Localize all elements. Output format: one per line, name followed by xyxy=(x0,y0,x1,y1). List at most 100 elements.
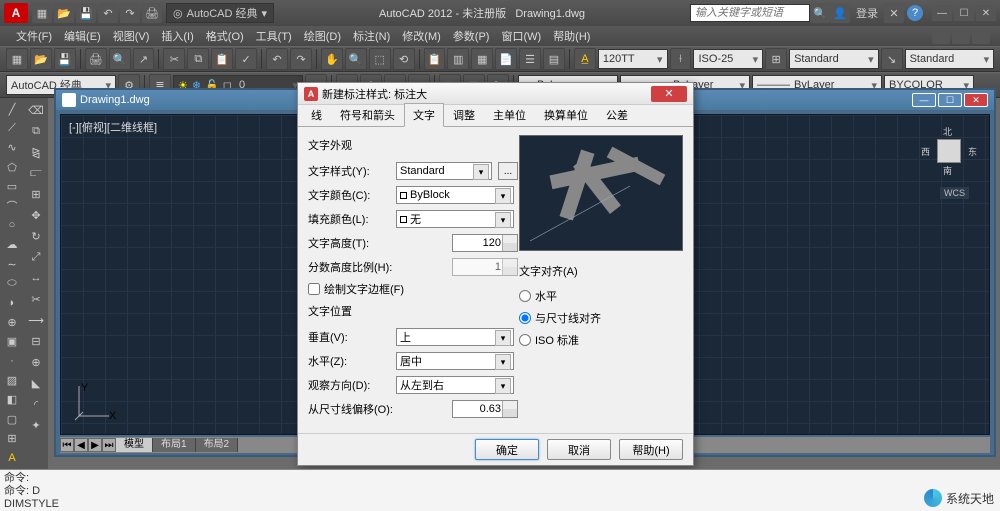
scale-icon[interactable]: ⤢ xyxy=(26,247,46,267)
dialog-close-button[interactable]: ✕ xyxy=(651,86,687,102)
table-btn[interactable]: ⊞ xyxy=(765,48,787,70)
radio-iso[interactable] xyxy=(519,334,531,346)
stretch-icon[interactable]: ↔ xyxy=(26,268,46,288)
dim-btn[interactable]: ⟊ xyxy=(670,48,692,70)
spline-icon[interactable]: ∼ xyxy=(2,255,22,273)
tab-layout2[interactable]: 布局2 xyxy=(196,438,239,452)
save-btn[interactable]: 💾 xyxy=(54,48,76,70)
fill-color-combo[interactable]: 无 xyxy=(396,210,514,228)
copy2-icon[interactable]: ⧉ xyxy=(26,121,46,141)
tab-last-icon[interactable]: ⏭ xyxy=(102,438,116,452)
offset-spinner[interactable]: 0.63 xyxy=(452,400,518,418)
save-icon[interactable]: 💾 xyxy=(76,3,96,23)
menu-window[interactable]: 窗口(W) xyxy=(495,28,547,44)
polygon-icon[interactable]: ⬠ xyxy=(2,158,22,176)
draw-max-button[interactable]: ☐ xyxy=(938,93,962,107)
pan-btn[interactable]: ✋ xyxy=(321,48,343,70)
draw-close-button[interactable]: ✕ xyxy=(964,93,988,107)
redo-btn[interactable]: ↷ xyxy=(290,48,312,70)
paste-btn[interactable]: 📋 xyxy=(211,48,233,70)
qcalc-btn[interactable]: ▤ xyxy=(543,48,565,70)
new-icon[interactable]: ▦ xyxy=(32,3,52,23)
close-button[interactable]: ✕ xyxy=(976,5,996,21)
props-btn[interactable]: 📋 xyxy=(424,48,446,70)
app-logo[interactable]: A xyxy=(4,3,28,23)
tab-prev-icon[interactable]: ◀ xyxy=(74,438,88,452)
cancel-button[interactable]: 取消 xyxy=(547,439,611,460)
help-button[interactable]: 帮助(H) xyxy=(619,439,683,460)
menu-format[interactable]: 格式(O) xyxy=(200,28,250,44)
dimstyle-combo[interactable]: ISO-25 xyxy=(693,49,763,69)
point-icon[interactable]: · xyxy=(2,352,22,370)
chamfer-icon[interactable]: ◣ xyxy=(26,373,46,393)
ellipse-icon[interactable]: ⬭ xyxy=(2,274,22,292)
tab-symbols[interactable]: 符号和箭头 xyxy=(331,103,404,126)
block-icon[interactable]: ▣ xyxy=(2,333,22,351)
tab-next-icon[interactable]: ▶ xyxy=(88,438,102,452)
extend-icon[interactable]: ⟶ xyxy=(26,310,46,330)
exchange-icon[interactable]: ✕ xyxy=(884,3,904,23)
tablestyle-combo[interactable]: Standard xyxy=(789,49,879,69)
tp-btn[interactable]: ▦ xyxy=(471,48,493,70)
maximize-button[interactable]: ☐ xyxy=(954,5,974,21)
undo-btn[interactable]: ↶ xyxy=(266,48,288,70)
draw-min-button[interactable]: — xyxy=(912,93,936,107)
mleader-btn[interactable]: ↘ xyxy=(881,48,903,70)
radio-aligned[interactable] xyxy=(519,312,531,324)
cut-btn[interactable]: ✂ xyxy=(163,48,185,70)
move-icon[interactable]: ✥ xyxy=(26,205,46,225)
user-icon[interactable]: 👤 xyxy=(830,3,850,23)
gradient-icon[interactable]: ◧ xyxy=(2,391,22,409)
menu-modify[interactable]: 修改(M) xyxy=(396,28,447,44)
text-height-spinner[interactable]: 120 xyxy=(452,234,518,252)
menu-dim[interactable]: 标注(N) xyxy=(347,28,396,44)
doc-close-icon[interactable] xyxy=(972,28,990,44)
publish-btn[interactable]: ↗ xyxy=(133,48,155,70)
minimize-button[interactable]: — xyxy=(932,5,952,21)
tab-model[interactable]: 模型 xyxy=(116,438,153,452)
frame-checkbox[interactable] xyxy=(308,283,320,295)
tab-layout1[interactable]: 布局1 xyxy=(153,438,196,452)
match-btn[interactable]: ✓ xyxy=(235,48,257,70)
hatch-icon[interactable]: ▨ xyxy=(2,371,22,389)
menu-edit[interactable]: 编辑(E) xyxy=(58,28,107,44)
table-icon[interactable]: ⊞ xyxy=(2,429,22,447)
menu-view[interactable]: 视图(V) xyxy=(107,28,156,44)
zoom-prev-btn[interactable]: ⟲ xyxy=(393,48,415,70)
rotate-icon[interactable]: ↻ xyxy=(26,226,46,246)
break-icon[interactable]: ⊟ xyxy=(26,331,46,351)
login-link[interactable]: 登录 xyxy=(856,5,878,21)
tab-fit[interactable]: 调整 xyxy=(444,103,484,126)
open-icon[interactable]: 📂 xyxy=(54,3,74,23)
join-icon[interactable]: ⊕ xyxy=(26,352,46,372)
copy-btn[interactable]: ⧉ xyxy=(187,48,209,70)
menu-insert[interactable]: 插入(I) xyxy=(155,28,199,44)
text-style-browse-button[interactable]: ... xyxy=(498,162,518,180)
workspace-selector[interactable]: ◎ AutoCAD 经典 ▾ xyxy=(166,3,274,23)
undo-icon[interactable]: ↶ xyxy=(98,3,118,23)
new-btn[interactable]: ▦ xyxy=(6,48,28,70)
doc-min-icon[interactable] xyxy=(932,28,950,44)
array-icon[interactable]: ⊞ xyxy=(26,184,46,204)
dialog-titlebar[interactable]: A 新建标注样式: 标注大 ✕ xyxy=(298,83,693,105)
fillet-icon[interactable]: ◜ xyxy=(26,394,46,414)
erase-icon[interactable]: ⌫ xyxy=(26,100,46,120)
region-icon[interactable]: ▢ xyxy=(2,410,22,428)
print-icon[interactable]: 🖨 xyxy=(142,3,162,23)
menu-help[interactable]: 帮助(H) xyxy=(547,28,596,44)
textstyle-btn[interactable]: A̲ xyxy=(574,48,596,70)
search-icon[interactable]: 🔍 xyxy=(810,3,830,23)
menu-param[interactable]: 参数(P) xyxy=(447,28,496,44)
arc-icon[interactable]: ⌒ xyxy=(2,197,22,215)
markup-btn[interactable]: ☰ xyxy=(519,48,541,70)
preview-btn[interactable]: 🔍 xyxy=(109,48,131,70)
text-color-combo[interactable]: ByBlock xyxy=(396,186,514,204)
tab-primary[interactable]: 主单位 xyxy=(484,103,535,126)
zoom-win-btn[interactable]: ⬚ xyxy=(369,48,391,70)
explode-icon[interactable]: ✦ xyxy=(26,415,46,435)
menu-file[interactable]: 文件(F) xyxy=(10,28,58,44)
annoscale-combo[interactable]: 120TT xyxy=(598,49,668,69)
tab-first-icon[interactable]: ⏮ xyxy=(60,438,74,452)
doc-restore-icon[interactable] xyxy=(952,28,970,44)
offset-icon[interactable]: ⫍ xyxy=(26,163,46,183)
